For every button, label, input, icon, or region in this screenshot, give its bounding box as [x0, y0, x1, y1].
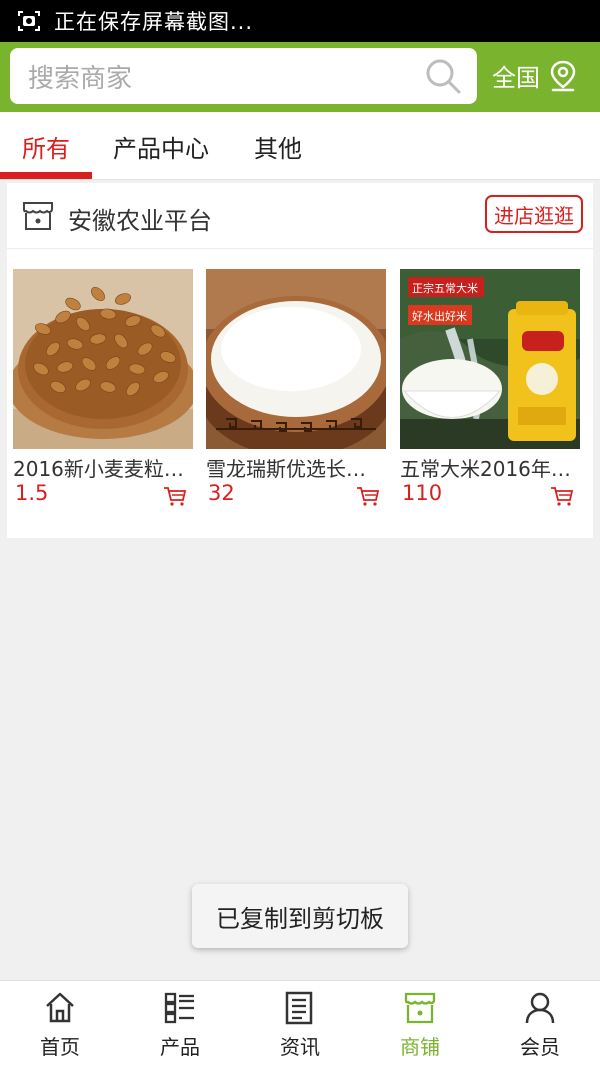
product-card[interactable]: 雪龙瑞斯优选长… 32	[206, 269, 386, 506]
product-title[interactable]: 雪龙瑞斯优选长…	[206, 453, 386, 482]
tab-product-center[interactable]: 产品中心	[102, 112, 220, 180]
shop-icon	[404, 992, 436, 1024]
nav-home[interactable]: 首页	[0, 981, 120, 1067]
grid-list-icon	[164, 992, 194, 1024]
active-tab-indicator	[0, 172, 92, 179]
product-price: 110	[402, 481, 443, 505]
cart-icon[interactable]	[356, 485, 380, 507]
bottom-nav: 首页 产品 资讯 商铺 会员	[0, 980, 600, 1067]
nav-label: 会员	[520, 1035, 560, 1059]
news-icon	[285, 991, 313, 1025]
store-icon	[23, 202, 53, 230]
tab-other[interactable]: 其他	[244, 112, 312, 180]
product-price: 32	[208, 481, 235, 505]
search-placeholder: 搜索商家	[28, 63, 133, 94]
user-icon	[525, 992, 555, 1024]
product-image-wheat[interactable]	[13, 269, 193, 449]
visit-store-button[interactable]: 进店逛逛	[485, 195, 583, 233]
nav-label: 资讯	[280, 1035, 320, 1059]
nav-label: 商铺	[400, 1035, 440, 1059]
nav-member[interactable]: 会员	[480, 981, 600, 1067]
product-price: 1.5	[15, 481, 49, 505]
cart-icon[interactable]	[163, 485, 187, 507]
screenshot-icon	[16, 10, 42, 32]
product-title[interactable]: 五常大米2016年…	[400, 453, 580, 482]
cart-icon[interactable]	[550, 485, 574, 507]
nav-news[interactable]: 资讯	[240, 981, 360, 1067]
product-image-wuchang-rice[interactable]: 正宗五常大米 好水出好米	[400, 269, 580, 449]
shop-header[interactable]: 安徽农业平台 进店逛逛	[7, 183, 593, 249]
shop-card: 安徽农业平台 进店逛逛 2016新小麦麦粒… 1.5 雪龙瑞斯优选长… 32 正…	[7, 183, 593, 538]
tab-all[interactable]: 所有	[0, 112, 92, 180]
region-selector[interactable]: 全国	[492, 58, 578, 93]
image-banner-text: 好水出好米	[412, 310, 467, 323]
search-icon[interactable]	[423, 56, 463, 96]
location-pin-icon	[550, 60, 576, 91]
region-label: 全国	[492, 64, 540, 92]
image-banner-text: 正宗五常大米	[412, 282, 478, 295]
nav-label: 产品	[160, 1035, 200, 1059]
status-bar: 正在保存屏幕截图...	[0, 0, 600, 42]
home-icon	[46, 992, 74, 1023]
product-card[interactable]: 2016新小麦麦粒… 1.5	[13, 269, 193, 506]
toast-message: 已复制到剪切板	[192, 884, 408, 948]
product-card[interactable]: 正宗五常大米 好水出好米 五常大米2016年… 110	[400, 269, 580, 506]
status-text: 正在保存屏幕截图...	[54, 10, 254, 34]
product-title[interactable]: 2016新小麦麦粒…	[13, 453, 193, 482]
nav-shops[interactable]: 商铺	[360, 981, 480, 1067]
search-input[interactable]: 搜索商家	[10, 48, 477, 104]
top-bar: 搜索商家 全国	[0, 42, 600, 112]
nav-label: 首页	[40, 1035, 80, 1059]
category-tabs: 所有 产品中心 其他	[0, 112, 600, 180]
product-image-rice[interactable]	[206, 269, 386, 449]
shop-name: 安徽农业平台	[68, 207, 212, 235]
nav-products[interactable]: 产品	[120, 981, 240, 1067]
